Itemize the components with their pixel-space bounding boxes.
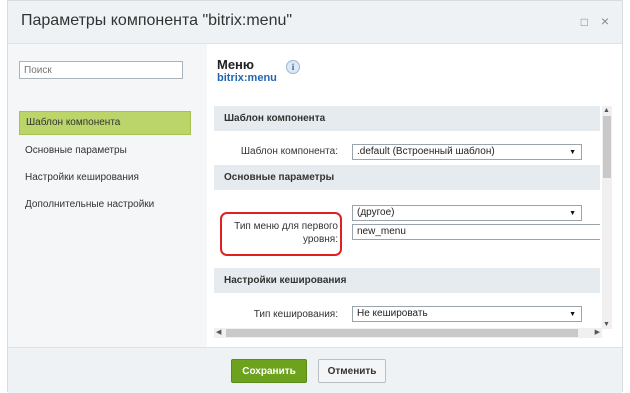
- sidebar-item-basic-params[interactable]: Основные параметры: [19, 140, 191, 162]
- cache-type-select-value: Не кешировать: [357, 308, 428, 319]
- vertical-scrollbar[interactable]: ▲ ▼: [602, 106, 612, 329]
- menu-type-select[interactable]: (другое) ▼: [352, 205, 582, 221]
- save-button[interactable]: Сохранить: [231, 359, 307, 383]
- menu-type-label-line2: уровня:: [302, 234, 338, 245]
- horizontal-scrollbar[interactable]: ◀ ▶: [214, 328, 602, 338]
- maximize-icon[interactable]: □: [581, 15, 588, 29]
- sidebar-nav: Шаблон компонента Основные параметры Нас…: [19, 111, 191, 221]
- vertical-scroll-thumb[interactable]: [603, 116, 611, 178]
- dialog-titlebar[interactable]: Параметры компонента "bitrix:menu" □ ×: [8, 1, 622, 44]
- template-select-value: .default (Встроенный шаблон): [357, 146, 495, 157]
- sidebar-item-cache-settings[interactable]: Настройки кеширования: [19, 167, 191, 189]
- section-header-basic: Основные параметры: [214, 165, 600, 190]
- chevron-down-icon: ▼: [569, 210, 576, 217]
- component-name: Меню: [217, 57, 255, 72]
- settings-main: Меню i bitrix:menu Шаблон компонента Шаб…: [207, 44, 622, 347]
- sidebar-item-component-template[interactable]: Шаблон компонента: [19, 111, 191, 135]
- cache-type-label: Тип кеширования:: [253, 309, 338, 320]
- cancel-button[interactable]: Отменить: [318, 359, 386, 383]
- menu-type-label-line1: Тип меню для первого: [234, 221, 338, 232]
- menu-type-custom-input[interactable]: new_menu: [352, 224, 600, 240]
- scroll-left-icon[interactable]: ◀: [216, 328, 221, 338]
- info-icon[interactable]: i: [286, 60, 300, 74]
- scroll-down-icon[interactable]: ▼: [603, 321, 610, 328]
- component-settings-dialog: Параметры компонента "bitrix:menu" □ × Ш…: [7, 0, 623, 393]
- section-header-cache: Настройки кеширования: [214, 268, 600, 293]
- scroll-right-icon[interactable]: ▶: [595, 328, 600, 338]
- menu-type-select-value: (другое): [357, 207, 395, 218]
- sidebar-item-additional-settings[interactable]: Дополнительные настройки: [19, 194, 191, 216]
- template-label: Шаблон компонента:: [240, 146, 338, 157]
- menu-type-label: Тип меню для первого уровня:: [234, 220, 338, 246]
- dialog-footer: Сохранить Отменить: [8, 347, 622, 393]
- component-code: bitrix:menu: [217, 72, 277, 84]
- horizontal-scroll-thumb[interactable]: [226, 329, 578, 337]
- settings-sidebar: Шаблон компонента Основные параметры Нас…: [8, 44, 207, 347]
- settings-panel: Шаблон компонента Шаблон компонента: .de…: [214, 106, 600, 338]
- search-input[interactable]: [19, 61, 183, 79]
- dialog-title: Параметры компонента "bitrix:menu": [21, 12, 293, 29]
- template-select[interactable]: .default (Встроенный шаблон) ▼: [352, 144, 582, 160]
- cache-type-select[interactable]: Не кешировать ▼: [352, 306, 582, 322]
- chevron-down-icon: ▼: [569, 149, 576, 156]
- section-header-template: Шаблон компонента: [214, 106, 600, 131]
- chevron-down-icon: ▼: [569, 311, 576, 318]
- close-icon[interactable]: ×: [601, 13, 609, 29]
- scroll-up-icon[interactable]: ▲: [603, 107, 610, 114]
